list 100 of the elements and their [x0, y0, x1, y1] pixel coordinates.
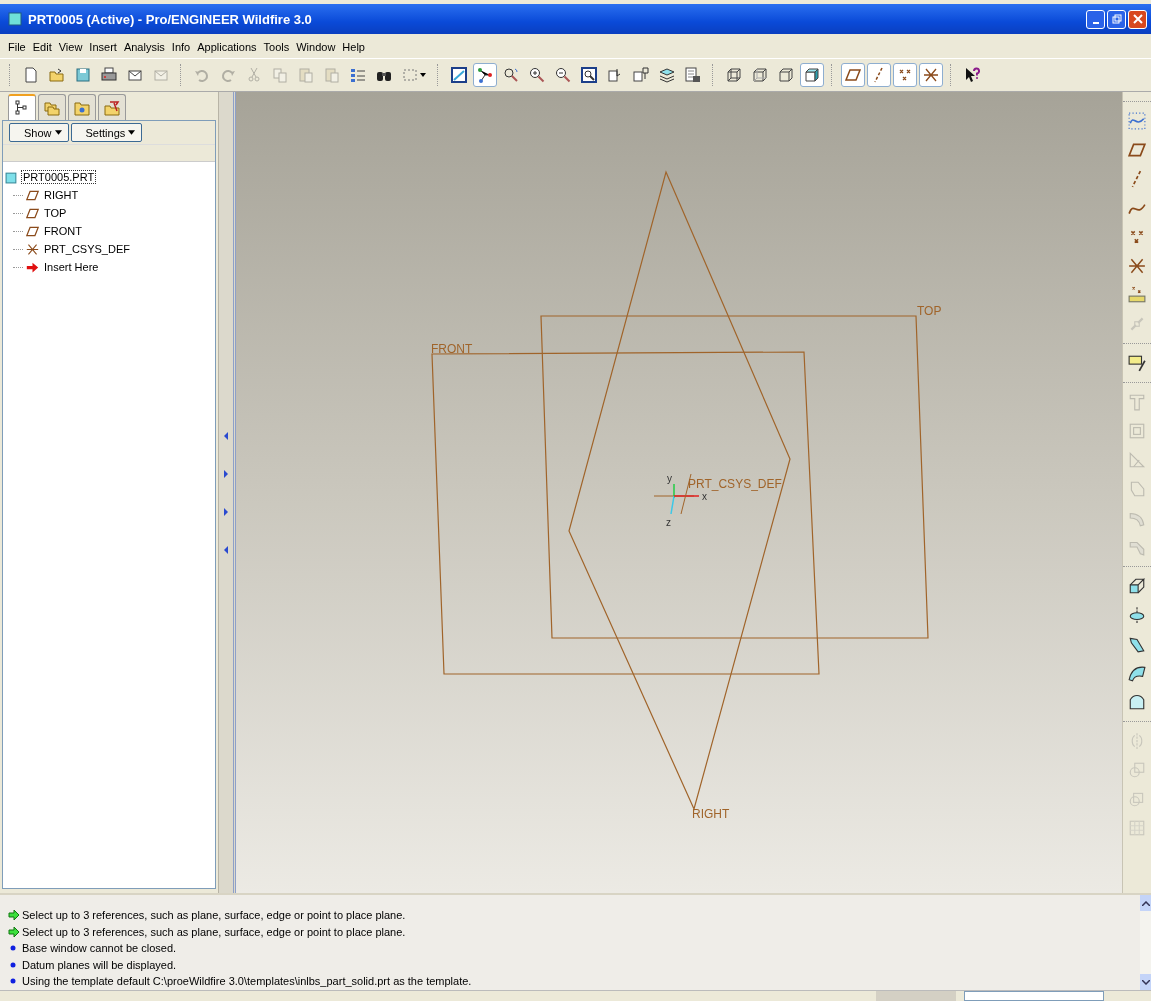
plane-button[interactable]: [841, 63, 865, 87]
sketch-pencil-icon: [1128, 354, 1146, 372]
list-arrows-icon: [350, 67, 366, 83]
plane-label: TOP: [917, 304, 942, 318]
up-chevron-icon: [1141, 900, 1150, 906]
undo-icon: [194, 67, 210, 83]
filter-field[interactable]: [964, 991, 1104, 1001]
shaded-cube-button[interactable]: [800, 63, 824, 87]
expand-arrow-icon: [224, 469, 228, 478]
csys-icon: [1128, 257, 1146, 275]
redo-icon: [220, 67, 236, 83]
floppy-icon: [75, 67, 91, 83]
file-icon: [23, 67, 39, 83]
tree-item[interactable]: Insert Here: [42, 260, 101, 274]
hidden-line-cube-icon: [752, 67, 768, 83]
dotted-wave-icon: [1128, 112, 1146, 130]
csys-button[interactable]: [919, 63, 943, 87]
overlap-shapes-icon: [1128, 790, 1146, 808]
minimize-button[interactable]: [1086, 9, 1105, 29]
nodes-button[interactable]: [473, 63, 497, 87]
folders-tab[interactable]: [38, 94, 66, 120]
datum-plane[interactable]: [568, 170, 791, 811]
close-button[interactable]: [1128, 9, 1147, 29]
dropdown-button[interactable]: Settings: [70, 123, 143, 142]
clipboard-icon: [324, 67, 340, 83]
menu-item[interactable]: View: [58, 41, 83, 53]
scroll-down-button[interactable]: [1140, 974, 1151, 990]
close-icon: [1132, 14, 1143, 24]
zoom-in-icon: [529, 67, 545, 83]
folders-icon: [44, 99, 60, 116]
framed-magnifier-icon: [581, 67, 597, 83]
datum-plane[interactable]: [540, 315, 929, 639]
message-text: Select up to 3 references, such as plane, surface, edge or point to place plane.: [22, 909, 406, 922]
axis-label: y: [667, 473, 672, 484]
cube-icon: [5, 170, 18, 184]
menu-item[interactable]: Insert: [89, 41, 117, 53]
graphics-window[interactable]: RIGHT TOP FRONT y x z PRT_CSYS_DEF: [236, 92, 1122, 893]
menu-item[interactable]: Edit: [32, 41, 52, 53]
tree-icon: [14, 100, 30, 116]
slanted-block-icon: [1128, 480, 1146, 498]
tree-item[interactable]: PRT0005.PRT: [21, 170, 97, 184]
caret-icon: [128, 130, 136, 135]
folder-star-tab[interactable]: [68, 94, 96, 120]
collapse-arrow-icon: [224, 545, 228, 554]
arrow-question-icon: [964, 67, 980, 83]
nodes-icon: [477, 67, 493, 83]
message-text: Datum planes will be displayed.: [22, 958, 177, 971]
points-button[interactable]: [893, 63, 917, 87]
tree-item[interactable]: FRONT: [42, 224, 84, 238]
envelope-icon: [153, 67, 169, 83]
csys-label: PRT_CSYS_DEF: [688, 477, 782, 491]
restore-icon: [1111, 14, 1122, 24]
copy-icon: [272, 67, 288, 83]
csys-icon: [26, 242, 39, 256]
points-icon: [1128, 228, 1146, 246]
axis-label: z: [666, 517, 671, 528]
folder-hammer-tab[interactable]: [98, 94, 126, 120]
plane-icon: [26, 188, 39, 202]
menu-item[interactable]: Analysis: [123, 41, 165, 53]
caret-icon: [54, 130, 62, 135]
menu-item[interactable]: Window: [296, 41, 336, 53]
tree-item[interactable]: TOP: [42, 206, 69, 220]
tree-tab[interactable]: [8, 94, 36, 120]
plane-icon: [1128, 141, 1146, 159]
square-frame-icon: [1128, 422, 1146, 440]
folder-star-icon: [74, 99, 90, 116]
menu-item[interactable]: Tools: [263, 41, 290, 53]
menu-item[interactable]: Applications: [197, 41, 257, 53]
table-camera-icon: [685, 67, 701, 83]
layers-icon: [659, 67, 675, 83]
csys-icon: [923, 67, 939, 83]
folder-hammer-icon: [104, 99, 120, 116]
window-title: PRT0005 (Active) - Pro/ENGINEER Wildfire 3.0: [28, 11, 313, 27]
grid-icon: [1128, 819, 1146, 837]
plane-icon: [26, 206, 39, 220]
scissors-icon: [246, 67, 262, 83]
plane-icon: [845, 67, 861, 83]
dashed-box-icon: [402, 67, 418, 83]
t-shape-icon: [1128, 393, 1146, 411]
menu-item[interactable]: Info: [171, 41, 191, 53]
plane-label: FRONT: [431, 342, 473, 356]
scroll-up-button[interactable]: [1140, 895, 1151, 911]
dropdown-button[interactable]: Show: [9, 123, 69, 142]
menu-item[interactable]: File: [8, 41, 26, 53]
zoom-out-icon: [555, 67, 571, 83]
tree-item[interactable]: RIGHT: [42, 188, 81, 202]
menu-item[interactable]: Help: [342, 41, 365, 53]
down-chevron-icon: [1141, 979, 1150, 985]
plane-icon: [26, 224, 39, 238]
points-icon: [897, 67, 913, 83]
triangle-icon: [1128, 451, 1146, 469]
folder-icon: [49, 67, 65, 83]
framed-picture-icon: [451, 67, 467, 83]
arrow-icon: [8, 909, 20, 922]
axis-label: x: [702, 491, 707, 502]
maximize-button[interactable]: [1107, 9, 1126, 29]
revolve-icon: [1128, 606, 1146, 624]
message-text: Select up to 3 references, such as plane, surface, edge or point to place plane.: [22, 925, 406, 938]
datum-plane[interactable]: [431, 351, 820, 675]
tree-item[interactable]: PRT_CSYS_DEF: [42, 242, 132, 256]
